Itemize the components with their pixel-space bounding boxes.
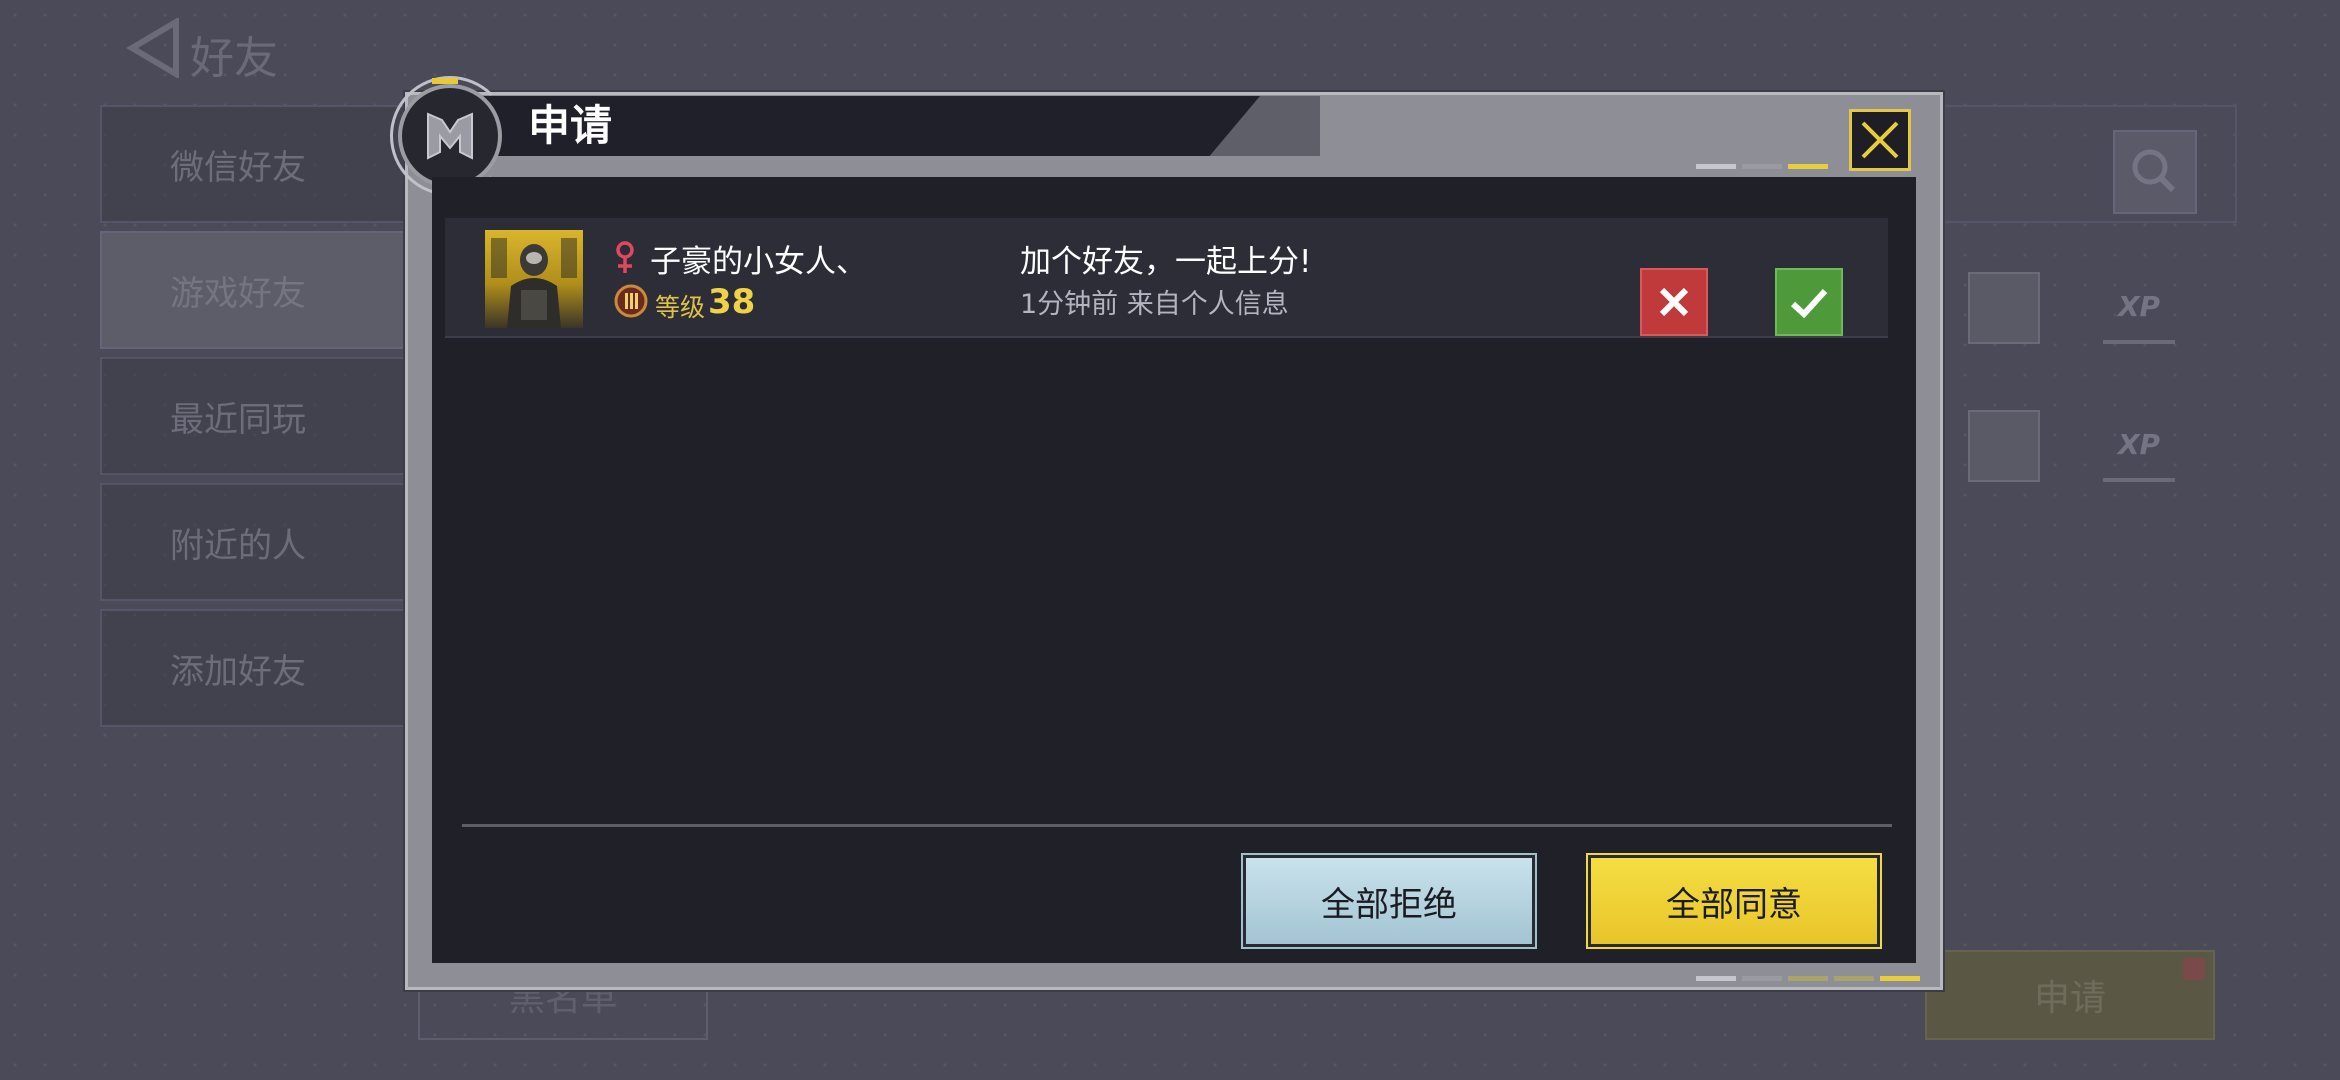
- check-icon: [1790, 288, 1828, 319]
- player-name: 子豪的小女人、: [650, 244, 867, 280]
- side-tab-wechat-friends[interactable]: 微信好友: [100, 105, 412, 223]
- level-label: 等级: [655, 293, 706, 322]
- rank-badge-icon: [614, 284, 648, 318]
- female-icon: [616, 241, 634, 273]
- game-logo-icon: [398, 84, 502, 188]
- side-tab-add-friend[interactable]: 添加好友: [100, 609, 412, 727]
- footer-divider: [462, 824, 1892, 827]
- friends-side-tabs: 微信好友 游戏好友 最近同玩 附近的人 添加好友: [100, 105, 412, 727]
- side-tab-nearby-people[interactable]: 附近的人: [100, 483, 412, 601]
- header-dashes: [1696, 164, 1828, 169]
- side-tab-recent-players[interactable]: 最近同玩: [100, 357, 412, 475]
- close-icon: [1861, 121, 1899, 159]
- back-arrow-icon[interactable]: [126, 18, 182, 78]
- level-value: 38: [708, 282, 756, 322]
- notification-dot: [2183, 958, 2205, 980]
- message-button-2[interactable]: [1968, 410, 2040, 482]
- background-title: 好友: [190, 33, 278, 84]
- footer-dashes: [1696, 976, 1920, 981]
- reject-all-button[interactable]: 全部拒绝: [1241, 853, 1537, 949]
- search-button[interactable]: [2113, 130, 2197, 214]
- apply-button-label: 申请: [2033, 978, 2106, 1019]
- side-tab-game-friends[interactable]: 游戏好友: [100, 231, 412, 349]
- player-avatar[interactable]: [485, 230, 583, 328]
- accept-request-button[interactable]: [1775, 268, 1843, 336]
- reject-request-button[interactable]: [1640, 268, 1708, 336]
- apply-button[interactable]: 申请: [1925, 950, 2215, 1040]
- request-time-source: 1分钟前 来自个人信息: [1020, 289, 1289, 320]
- request-message: 加个好友，一起上分!: [1020, 244, 1312, 280]
- close-button[interactable]: [1849, 109, 1911, 171]
- search-icon: [2132, 149, 2176, 193]
- accept-all-button[interactable]: 全部同意: [1586, 853, 1882, 949]
- message-button-1[interactable]: [1968, 272, 2040, 344]
- x-icon: [1659, 287, 1689, 317]
- xp-icon-1: XP: [2103, 272, 2175, 344]
- xp-icon-2: XP: [2103, 410, 2175, 482]
- badge-accent: [432, 78, 458, 84]
- modal-title: 申请: [528, 101, 613, 150]
